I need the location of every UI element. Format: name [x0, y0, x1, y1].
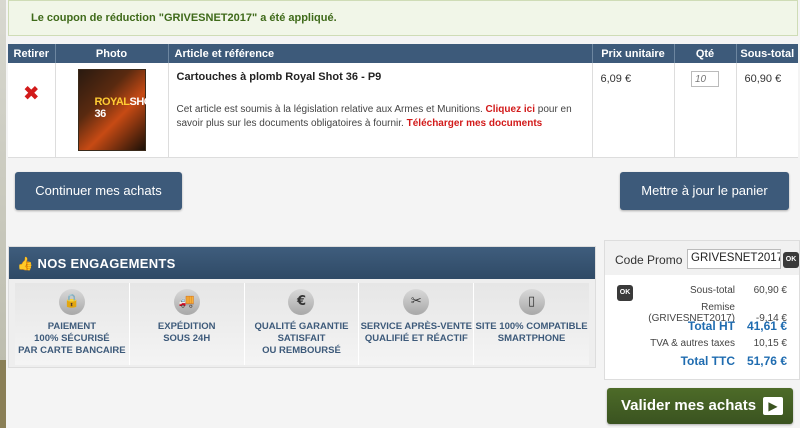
notice-message: Le coupon de réduction "GRIVESNET2017" a… — [31, 12, 337, 24]
header-qty: Qté — [674, 44, 737, 63]
engagement-line: 100% SÉCURISÉ — [34, 333, 110, 344]
engagement-line: SATISFAIT — [277, 333, 326, 344]
table-row: ✖ ROYALSHOT 36 Cartouches à plomb Royal … — [8, 63, 798, 158]
engagement-line: QUALITÉ GARANTIE — [254, 321, 349, 332]
summary-subtotal-value: 60,90 € — [753, 285, 787, 296]
order-summary: Code Promo GRIVESNET2017 OK OK Sous-tota… — [604, 240, 800, 380]
summary-subtotal-label: Sous-total — [689, 285, 735, 296]
summary-total-ht: Total HT 41,61 € — [615, 319, 787, 333]
qty-cell — [674, 63, 737, 158]
summary-total-ttc: Total TTC 51,76 € — [615, 354, 787, 368]
validate-order-button[interactable]: Valider mes achats ▶ — [607, 388, 793, 424]
engagements-panel: 👍 NOS ENGAGEMENTS 🔒 PAIEMENT 100% SÉCURIS… — [8, 246, 596, 368]
engagement-smartphone: ▯ SITE 100% COMPATIBLE SMARTPHONE — [474, 283, 589, 365]
cart-header-row: Retirer Photo Article et référence Prix … — [8, 44, 798, 63]
product-title[interactable]: Cartouches à plomb Royal Shot 36 - P9 — [177, 71, 584, 83]
engagements-list: 🔒 PAIEMENT 100% SÉCURISÉ PAR CARTE BANCA… — [9, 279, 595, 365]
engagement-line: SERVICE APRÈS-VENTE — [360, 321, 472, 332]
remove-cell: ✖ — [8, 63, 56, 158]
engagement-payment: 🔒 PAIEMENT 100% SÉCURISÉ PAR CARTE BANCA… — [15, 283, 130, 365]
download-documents-link[interactable]: Télécharger mes documents — [407, 118, 543, 129]
product-image-logo: ROYALSHOT 36 — [94, 96, 159, 120]
header-photo: Photo — [55, 44, 169, 63]
engagement-line: EXPÉDITION — [157, 321, 216, 332]
engagements-header: 👍 NOS ENGAGEMENTS — [9, 247, 595, 279]
smartphone-icon: ▯ — [518, 289, 545, 315]
legal-notice-text: Cet article est soumis à la législation … — [176, 104, 483, 115]
summary-total-ht-value: 41,61 € — [746, 319, 787, 333]
coupon-applied-notice: Le coupon de réduction "GRIVESNET2017" a… — [8, 0, 798, 36]
euro-icon: € — [288, 289, 315, 315]
engagement-line: SITE 100% COMPATIBLE — [475, 321, 588, 332]
summary-tva-label: TVA & autres taxes — [650, 338, 735, 349]
engagement-quality: € QUALITÉ GARANTIE SATISFAIT OU REMBOURS… — [244, 283, 360, 365]
engagement-shipping: 🚚 EXPÉDITION SOUS 24H — [129, 283, 245, 365]
truck-icon: 🚚 — [173, 289, 200, 315]
lock-icon: 🔒 — [58, 289, 85, 315]
validate-order-label: Valider mes achats — [621, 397, 757, 414]
apply-promo-button[interactable]: OK — [783, 252, 799, 268]
engagement-line: PAR CARTE BANCAIRE — [18, 345, 126, 356]
summary-total-ttc-value: 51,76 € — [746, 354, 787, 368]
product-image[interactable]: ROYALSHOT 36 — [77, 69, 159, 151]
photo-cell: ROYALSHOT 36 — [55, 63, 169, 158]
header-subtotal: Sous-total — [736, 44, 798, 63]
quantity-input[interactable] — [691, 71, 719, 87]
promo-code-label: Code Promo — [615, 253, 683, 267]
tools-icon: ✂ — [403, 289, 430, 315]
update-cart-button[interactable]: Mettre à jour le panier — [620, 172, 789, 210]
cart-table: Retirer Photo Article et référence Prix … — [8, 44, 798, 158]
engagements-title: NOS ENGAGEMENTS — [37, 256, 176, 271]
header-remove: Retirer — [8, 44, 56, 63]
engagement-after-sales: ✂ SERVICE APRÈS-VENTE QUALIFIÉ ET RÉACTI… — [359, 283, 475, 365]
continue-shopping-button[interactable]: Continuer mes achats — [15, 172, 182, 210]
engagement-line: SMARTPHONE — [497, 333, 566, 344]
header-article: Article et référence — [168, 44, 593, 63]
promo-code-row: Code Promo GRIVESNET2017 OK — [605, 241, 799, 275]
engagement-line: OU REMBOURSÉ — [262, 345, 341, 356]
summary-total-ttc-label: Total TTC — [680, 354, 735, 368]
engagement-line: SOUS 24H — [163, 333, 211, 344]
thumbs-up-icon: 👍 — [17, 256, 34, 271]
page-background-decoration — [0, 360, 6, 428]
click-here-link[interactable]: Cliquez ici — [486, 104, 535, 115]
summary-total-ht-label: Total HT — [687, 319, 735, 333]
arrow-right-icon: ▶ — [763, 397, 783, 415]
summary-tva: TVA & autres taxes 10,15 € — [615, 338, 787, 349]
line-subtotal: 60,90 € — [736, 63, 798, 158]
product-legal-notice: Cet article est soumis à la législation … — [177, 103, 584, 131]
remove-item-icon[interactable]: ✖ — [23, 81, 40, 105]
engagement-line: QUALIFIÉ ET RÉACTIF — [364, 333, 468, 344]
page-background-edge — [0, 0, 6, 428]
summary-tva-value: 10,15 € — [753, 338, 787, 349]
promo-code-input[interactable]: GRIVESNET2017 — [687, 249, 781, 269]
engagement-line: PAIEMENT — [47, 321, 97, 332]
article-cell: Cartouches à plomb Royal Shot 36 - P9 Ce… — [168, 63, 593, 158]
header-unit-price: Prix unitaire — [592, 44, 675, 63]
summary-subtotal: Sous-total 60,90 € — [615, 285, 787, 296]
unit-price: 6,09 € — [592, 63, 675, 158]
